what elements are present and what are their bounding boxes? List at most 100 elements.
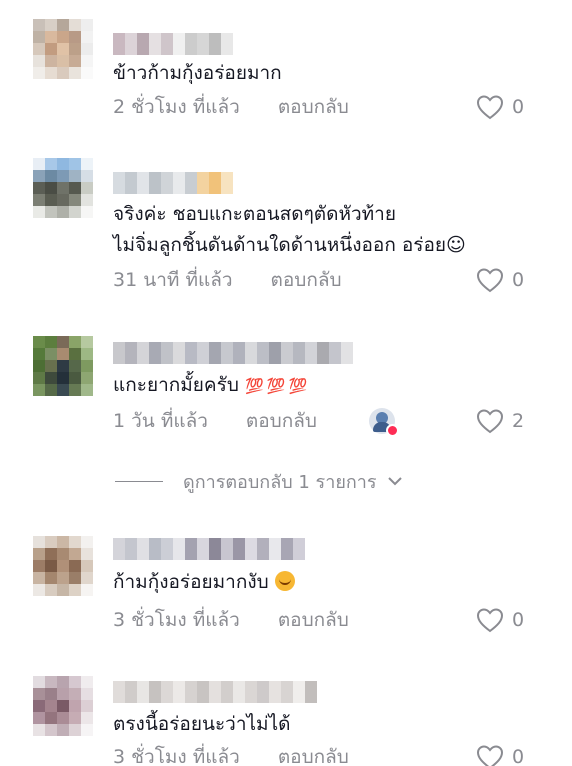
avatar-pixel [81, 348, 93, 360]
avatar-pixel [33, 700, 45, 712]
avatar-pixel [45, 536, 57, 548]
avatar-pixel [33, 584, 45, 596]
avatar-pixel [69, 348, 81, 360]
avatar-pixel [57, 536, 69, 548]
username-pixel [341, 342, 353, 364]
username-pixel [125, 681, 137, 703]
avatar[interactable] [33, 158, 93, 218]
avatar-pixel [81, 688, 93, 700]
username-pixel [209, 342, 221, 364]
username-pixel [233, 538, 245, 560]
avatar-pixel [45, 55, 57, 67]
username-pixel [173, 172, 185, 194]
username-pixel [197, 538, 209, 560]
username[interactable] [113, 538, 305, 560]
avatar-pixel [69, 676, 81, 688]
username-pixel [245, 681, 257, 703]
username[interactable] [113, 172, 233, 194]
username-pixel [269, 538, 281, 560]
avatar[interactable] [33, 676, 93, 736]
avatar-pixel [57, 572, 69, 584]
like-button[interactable]: 0 [476, 265, 524, 295]
avatar[interactable] [33, 336, 93, 396]
username-pixel [149, 538, 161, 560]
username[interactable] [113, 33, 233, 55]
avatar-pixel [45, 360, 57, 372]
avatar-pixel [33, 712, 45, 724]
divider [115, 480, 163, 482]
like-count: 0 [512, 609, 525, 631]
avatar-pixel [57, 19, 69, 31]
like-button[interactable]: 2 [476, 406, 524, 436]
username-pixel [161, 538, 173, 560]
avatar-pixel [69, 372, 81, 384]
avatar-pixel [57, 548, 69, 560]
heart-outline-icon[interactable] [476, 408, 504, 434]
avatar-pixel [81, 712, 93, 724]
avatar-pixel [81, 182, 93, 194]
avatar-pixel [33, 43, 45, 55]
avatar-pixel [81, 676, 93, 688]
avatar-pixel [69, 572, 81, 584]
reply-button[interactable]: ตอบกลับ [278, 92, 349, 122]
avatar-pixel [81, 336, 93, 348]
reply-button[interactable]: ตอบกลับ [278, 742, 349, 766]
username-pixel [305, 681, 317, 703]
avatar-pixel [57, 584, 69, 596]
view-replies-button[interactable]: ดูการตอบกลับ 1 รายการ [115, 468, 403, 494]
avatar[interactable] [33, 19, 93, 79]
username[interactable] [113, 681, 317, 703]
avatar-pixel [57, 194, 69, 206]
username-pixel [137, 681, 149, 703]
avatar-pixel [81, 548, 93, 560]
comment-list: ข้าวก้ามกุ้งอร่อยมาก 2 ชั่วโมง ที่แล้ว ต… [0, 0, 572, 766]
username-pixel [245, 342, 257, 364]
reply-button[interactable]: ตอบกลับ [271, 265, 342, 295]
avatar-pixel [81, 536, 93, 548]
avatar-pixel [33, 336, 45, 348]
avatar-pixel [33, 206, 45, 218]
avatar-pixel [57, 384, 69, 396]
avatar[interactable] [33, 536, 93, 596]
heart-outline-icon[interactable] [476, 94, 504, 120]
avatar-pixel [69, 55, 81, 67]
avatar-pixel [69, 194, 81, 206]
username-pixel [161, 681, 173, 703]
heart-outline-icon[interactable] [476, 607, 504, 633]
heart-outline-icon[interactable] [476, 267, 504, 293]
username-pixel [257, 681, 269, 703]
avatar-pixel [33, 676, 45, 688]
avatar-pixel [45, 336, 57, 348]
avatar-pixel [45, 700, 57, 712]
comment-time: 1 วัน ที่แล้ว [113, 410, 208, 432]
avatar-pixel [69, 700, 81, 712]
hundred-points-emoji: 💯 💯 💯 [244, 377, 307, 395]
avatar-pixel [69, 67, 81, 79]
like-button[interactable]: 0 [476, 742, 524, 766]
avatar-pixel [57, 700, 69, 712]
reply-button[interactable]: ตอบกลับ [246, 406, 317, 436]
avatar-pixel [33, 724, 45, 736]
avatar-pixel [81, 194, 93, 206]
avatar-pixel [81, 560, 93, 572]
comment-meta: 1 วัน ที่แล้ว ตอบกลับ [113, 406, 317, 436]
username-pixel [209, 681, 221, 703]
username-pixel [257, 538, 269, 560]
username[interactable] [113, 342, 353, 364]
avatar-pixel [57, 170, 69, 182]
username-pixel [269, 342, 281, 364]
username-pixel [281, 342, 293, 364]
avatar-pixel [81, 384, 93, 396]
avatar-pixel [33, 384, 45, 396]
avatar-pixel [69, 724, 81, 736]
comment-text: ตรงนี้อร่อยนะว่าไม่ได้ [113, 713, 291, 735]
heart-outline-icon[interactable] [476, 744, 504, 766]
username-pixel [125, 33, 137, 55]
username-pixel [281, 681, 293, 703]
like-button[interactable]: 0 [476, 92, 524, 122]
avatar-pixel [45, 67, 57, 79]
like-button[interactable]: 0 [476, 605, 524, 635]
reply-button[interactable]: ตอบกลับ [278, 605, 349, 635]
like-count: 0 [512, 746, 525, 766]
username-pixel [197, 342, 209, 364]
